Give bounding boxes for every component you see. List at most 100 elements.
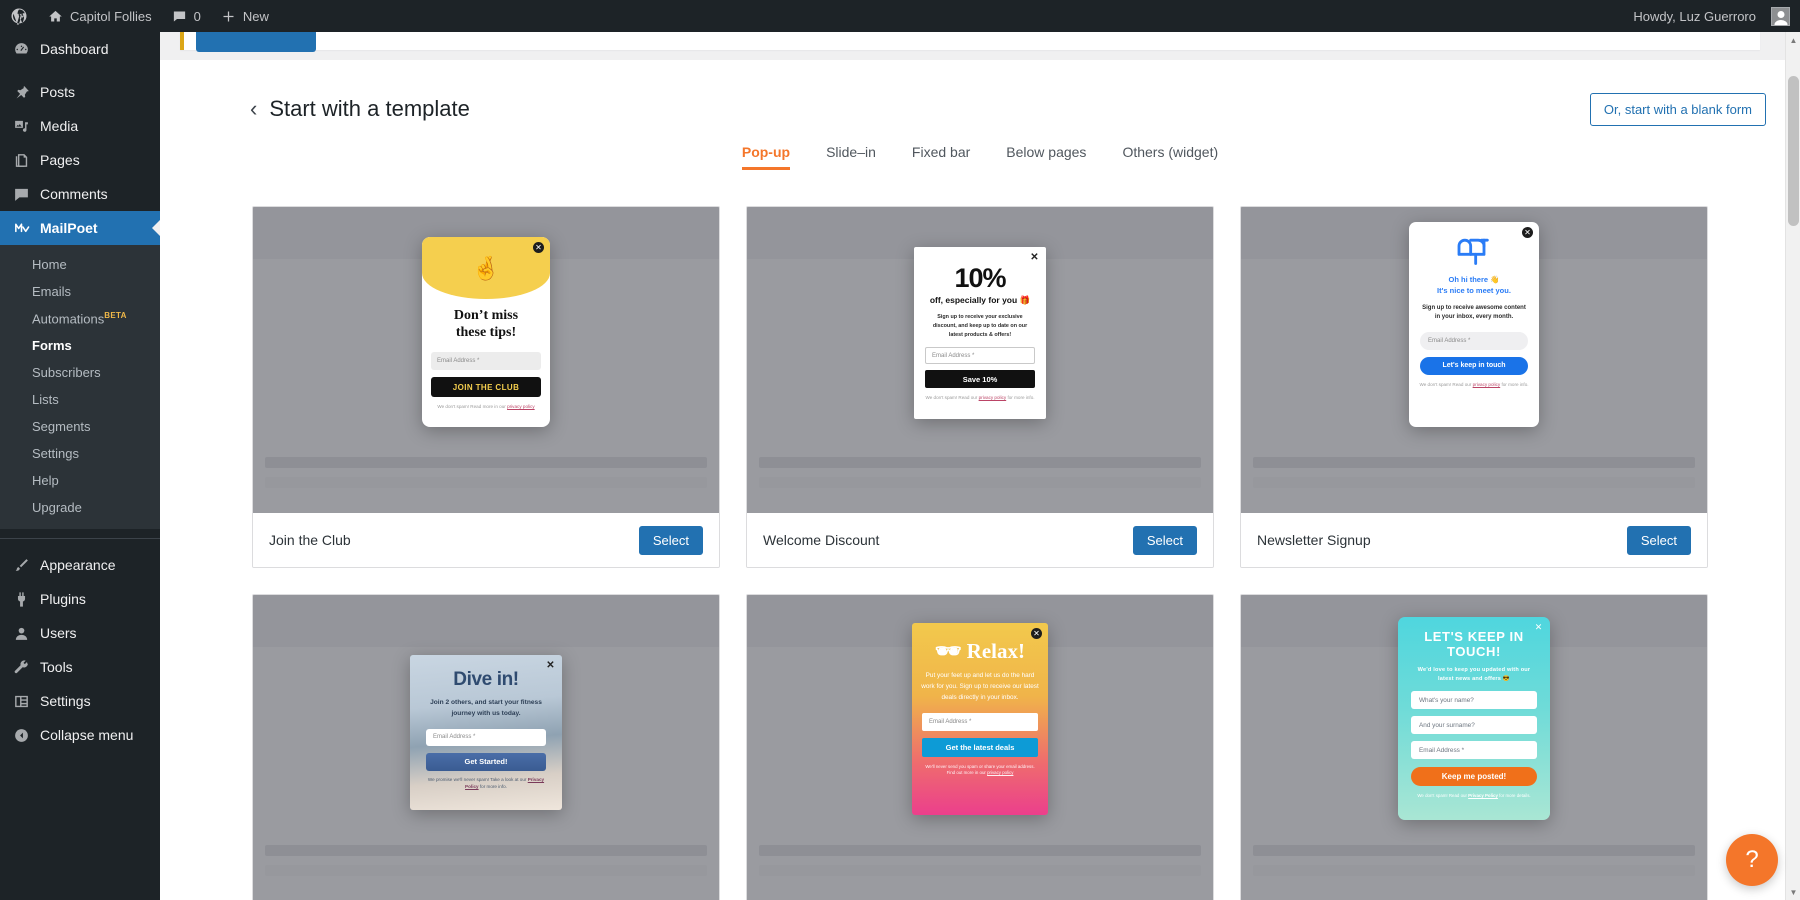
submenu-item-help[interactable]: Help (0, 467, 160, 494)
popup-preview-join-the-club: ✕ 🤞 Don’t miss these tips! Email Address… (422, 237, 550, 427)
privacy-policy-link[interactable]: privacy policy (979, 395, 1007, 400)
mailpoet-icon (11, 220, 31, 237)
submenu-item-home[interactable]: Home (0, 251, 160, 278)
sidebar-item-media[interactable]: Media (0, 109, 160, 143)
close-icon[interactable]: ✕ (1029, 252, 1040, 263)
sidebar-item-label: MailPoet (40, 220, 98, 236)
fineprint: We don't spam! Read our privacy policy f… (914, 395, 1046, 401)
page-scrollbar[interactable]: ▲ ▼ (1785, 32, 1800, 900)
template-card[interactable]: ✕ LET'S KEEP IN TOUCH! We'd love to keep… (1240, 594, 1708, 900)
popup-preview-keep-in-touch: ✕ LET'S KEEP IN TOUCH! We'd love to keep… (1398, 617, 1550, 820)
popup-subheading: off, especially for you 🎁 (914, 295, 1046, 306)
popup-body: Sign up to receive awesome content in yo… (1419, 304, 1529, 323)
email-field[interactable]: Email Address * (1420, 332, 1528, 350)
first-name-field[interactable]: What's your name? (1411, 691, 1537, 709)
email-field[interactable]: Email Address * (426, 729, 546, 746)
template-preview: ✕ Dive in! Join 2 others, and start your… (253, 595, 719, 900)
my-account-menu[interactable]: Howdy, Luz Guerroro (1623, 0, 1800, 32)
tab-popup[interactable]: Pop-up (742, 144, 790, 170)
privacy-policy-link[interactable]: privacy policy (1473, 382, 1501, 387)
sidebar-item-label: Settings (40, 693, 91, 709)
submenu-item-lists[interactable]: Lists (0, 386, 160, 413)
settings-icon (11, 693, 31, 710)
close-icon[interactable]: ✕ (1533, 622, 1544, 633)
new-content-menu[interactable]: New (211, 0, 279, 32)
submit-button[interactable]: Get Started! (426, 753, 546, 771)
popup-body: We'd love to keep you updated with our l… (1410, 666, 1538, 684)
close-icon[interactable]: ✕ (1031, 628, 1042, 639)
tab-slide-in[interactable]: Slide–in (826, 144, 876, 170)
submenu-item-emails[interactable]: Emails (0, 278, 160, 305)
privacy-policy-link[interactable]: privacy policy (507, 404, 535, 409)
privacy-policy-link[interactable]: privacy policy (987, 770, 1013, 775)
tab-below-pages[interactable]: Below pages (1006, 144, 1086, 170)
popup-preview-welcome-discount: ✕ 10% off, especially for you 🎁 Sign up … (914, 247, 1046, 419)
submit-button[interactable]: JOIN THE CLUB (431, 377, 541, 397)
close-icon[interactable]: ✕ (1522, 227, 1533, 238)
submenu-item-segments[interactable]: Segments (0, 413, 160, 440)
fineprint: We promise we'll never spam! Take a look… (410, 777, 562, 791)
select-button[interactable]: Select (1133, 526, 1197, 555)
email-field[interactable]: Email Address * (1411, 741, 1537, 759)
sidebar-item-pages[interactable]: Pages (0, 143, 160, 177)
template-card[interactable]: ✕ 🤞 Don’t miss these tips! Email Address… (252, 206, 720, 568)
comment-bubble-icon (172, 9, 187, 24)
help-button[interactable]: ? (1726, 834, 1778, 886)
template-card[interactable]: ✕ Oh hi there 👋It's nice to meet you. (1240, 206, 1708, 568)
privacy-policy-link[interactable]: Privacy Policy (1468, 793, 1498, 798)
submit-button[interactable]: Keep me posted! (1411, 767, 1537, 786)
select-button[interactable]: Select (639, 526, 703, 555)
submenu-item-settings[interactable]: Settings (0, 440, 160, 467)
sidebar-item-users[interactable]: Users (0, 616, 160, 650)
submenu-item-automations[interactable]: AutomationsBETA (0, 305, 160, 332)
submit-button[interactable]: Save 10% (925, 370, 1035, 388)
popup-body: Sign up to receive your exclusive discou… (926, 313, 1034, 339)
sidebar-item-settings[interactable]: Settings (0, 684, 160, 718)
scroll-up-arrow[interactable]: ▲ (1786, 32, 1800, 48)
submenu-item-upgrade[interactable]: Upgrade (0, 494, 160, 521)
submenu-item-forms[interactable]: Forms (0, 332, 160, 359)
page-header: ‹ Start with a template Or, start with a… (160, 60, 1800, 130)
last-name-field[interactable]: And your surname? (1411, 716, 1537, 734)
mailpoet-submenu: Home Emails AutomationsBETA Forms Subscr… (0, 245, 160, 529)
sidebar-item-label: Users (40, 625, 77, 641)
sidebar-item-dashboard[interactable]: Dashboard (0, 32, 160, 66)
comments-bubble[interactable]: 0 (162, 0, 211, 32)
start-blank-form-button[interactable]: Or, start with a blank form (1590, 93, 1766, 126)
submit-button[interactable]: Let's keep in touch (1420, 357, 1528, 375)
select-button[interactable]: Select (1627, 526, 1691, 555)
sidebar-item-tools[interactable]: Tools (0, 650, 160, 684)
tab-others-widget[interactable]: Others (widget) (1122, 144, 1218, 170)
tab-fixed-bar[interactable]: Fixed bar (912, 144, 970, 170)
email-field[interactable]: Email Address * (922, 713, 1038, 731)
template-card[interactable]: ✕ Dive in! Join 2 others, and start your… (252, 594, 720, 900)
close-icon[interactable]: ✕ (533, 242, 544, 253)
sidebar-item-posts[interactable]: Posts (0, 75, 160, 109)
email-field[interactable]: Email Address * (431, 352, 541, 370)
wordpress-logo-button[interactable] (0, 0, 38, 32)
email-field[interactable]: Email Address * (925, 347, 1035, 364)
chevron-left-icon[interactable]: ‹ (250, 98, 257, 120)
template-card[interactable]: ✕ 10% off, especially for you 🎁 Sign up … (746, 206, 1214, 568)
notice-action-button[interactable] (196, 32, 316, 52)
submit-button[interactable]: Get the latest deals (922, 738, 1038, 757)
template-preview: ✕ Oh hi there 👋It's nice to meet you. (1241, 207, 1707, 513)
template-footer: Newsletter Signup Select (1241, 513, 1707, 567)
scrollbar-thumb[interactable] (1788, 76, 1799, 226)
admin-content: ‹ Start with a template Or, start with a… (160, 32, 1800, 900)
sidebar-item-appearance[interactable]: Appearance (0, 548, 160, 582)
template-preview: ✕ 🕶Relax! Put your feet up and let us do… (747, 595, 1213, 900)
hero-emoji: 🤞 (422, 237, 550, 299)
fineprint: We don't spam! Read more in our privacy … (422, 404, 550, 410)
popup-preview-dive-in: ✕ Dive in! Join 2 others, and start your… (410, 655, 562, 810)
sidebar-item-mailpoet[interactable]: MailPoet (0, 211, 160, 245)
submenu-item-subscribers[interactable]: Subscribers (0, 359, 160, 386)
site-name-menu[interactable]: Capitol Follies (38, 0, 162, 32)
close-icon[interactable]: ✕ (545, 660, 556, 671)
sidebar-item-comments[interactable]: Comments (0, 177, 160, 211)
scroll-down-arrow[interactable]: ▼ (1786, 884, 1800, 900)
template-card[interactable]: ✕ 🕶Relax! Put your feet up and let us do… (746, 594, 1214, 900)
sidebar-item-plugins[interactable]: Plugins (0, 582, 160, 616)
collapse-menu-button[interactable]: Collapse menu (0, 718, 160, 752)
popup-heading: 🕶Relax! (912, 639, 1048, 664)
